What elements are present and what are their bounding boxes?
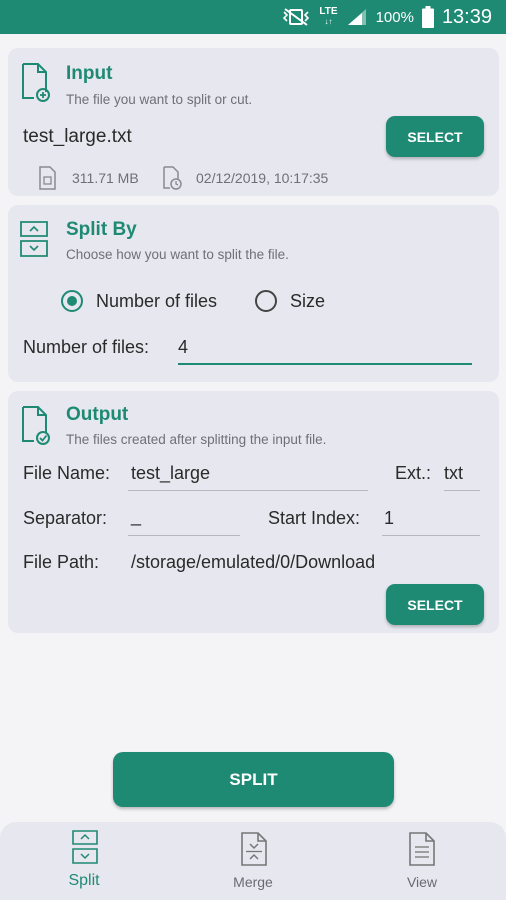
bottom-nav: Split Merge View [0, 822, 506, 900]
number-of-files-underline [178, 363, 472, 365]
file-name-label: File Name: [23, 463, 111, 483]
ext-label: Ext.: [395, 463, 432, 483]
output-title: Output [66, 404, 129, 425]
file-name-underline [128, 490, 368, 491]
number-of-files-input[interactable]: 4 [178, 337, 188, 358]
separator-input[interactable]: _ [131, 506, 141, 527]
input-file-date: 02/12/2019, 10:17:35 [196, 170, 329, 186]
signal-icon [347, 9, 366, 25]
nav-label-view: View [406, 874, 438, 890]
file-name-input[interactable]: test_large [131, 463, 210, 484]
split-file-icon [72, 830, 98, 864]
nav-label-merge: Merge [233, 874, 273, 890]
radio-size[interactable] [255, 290, 277, 312]
split-icon [20, 221, 48, 257]
merge-file-icon [241, 832, 267, 866]
file-path-value: /storage/emulated/0/Download [131, 552, 376, 572]
separator-underline [128, 535, 240, 536]
file-add-icon [22, 63, 50, 102]
output-card: Output The files created after splitting… [8, 391, 499, 633]
network-indicator: LTE ↓↑ [319, 6, 338, 27]
input-select-button[interactable]: SELECT [386, 116, 484, 157]
start-index-input[interactable]: 1 [384, 508, 394, 529]
input-title: Input [66, 63, 113, 84]
split-button[interactable]: SPLIT [113, 752, 394, 807]
split-by-title: Split By [66, 219, 137, 240]
output-select-button[interactable]: SELECT [386, 584, 484, 625]
output-subtitle: The files created after splitting the in… [66, 432, 327, 447]
nav-item-view[interactable]: View [362, 822, 482, 900]
nav-item-split[interactable]: Split [24, 822, 144, 900]
input-card: Input The file you want to split or cut.… [8, 48, 499, 196]
input-subtitle: The file you want to split or cut. [66, 92, 253, 107]
input-file-size: 311.71 MB [72, 170, 139, 186]
file-date-icon [163, 166, 182, 190]
status-bar: LTE ↓↑ 100% 13:39 [0, 0, 506, 34]
split-by-card: Split By Choose how you want to split th… [8, 205, 499, 382]
view-file-icon [409, 832, 435, 866]
radio-size-label[interactable]: Size [290, 291, 325, 312]
number-of-files-label: Number of files: [23, 337, 150, 357]
input-filename: test_large.txt [23, 126, 132, 147]
radio-number-of-files-label[interactable]: Number of files [96, 291, 217, 312]
ext-underline [444, 490, 480, 491]
file-size-icon [39, 166, 56, 190]
file-check-icon [22, 406, 50, 445]
radio-number-of-files[interactable] [61, 290, 83, 312]
file-path-label: File Path: [23, 552, 100, 572]
separator-label: Separator: [23, 508, 108, 528]
vibrate-mute-icon [283, 8, 310, 26]
nav-label-split: Split [68, 872, 100, 889]
split-by-subtitle: Choose how you want to split the file. [66, 247, 289, 262]
ext-input[interactable]: txt [444, 463, 463, 484]
clock: 13:39 [441, 5, 492, 28]
start-index-label: Start Index: [268, 508, 361, 528]
battery-icon [421, 6, 434, 28]
nav-item-merge[interactable]: Merge [193, 822, 313, 900]
start-index-underline [382, 535, 480, 536]
battery-percent: 100% [375, 8, 414, 26]
